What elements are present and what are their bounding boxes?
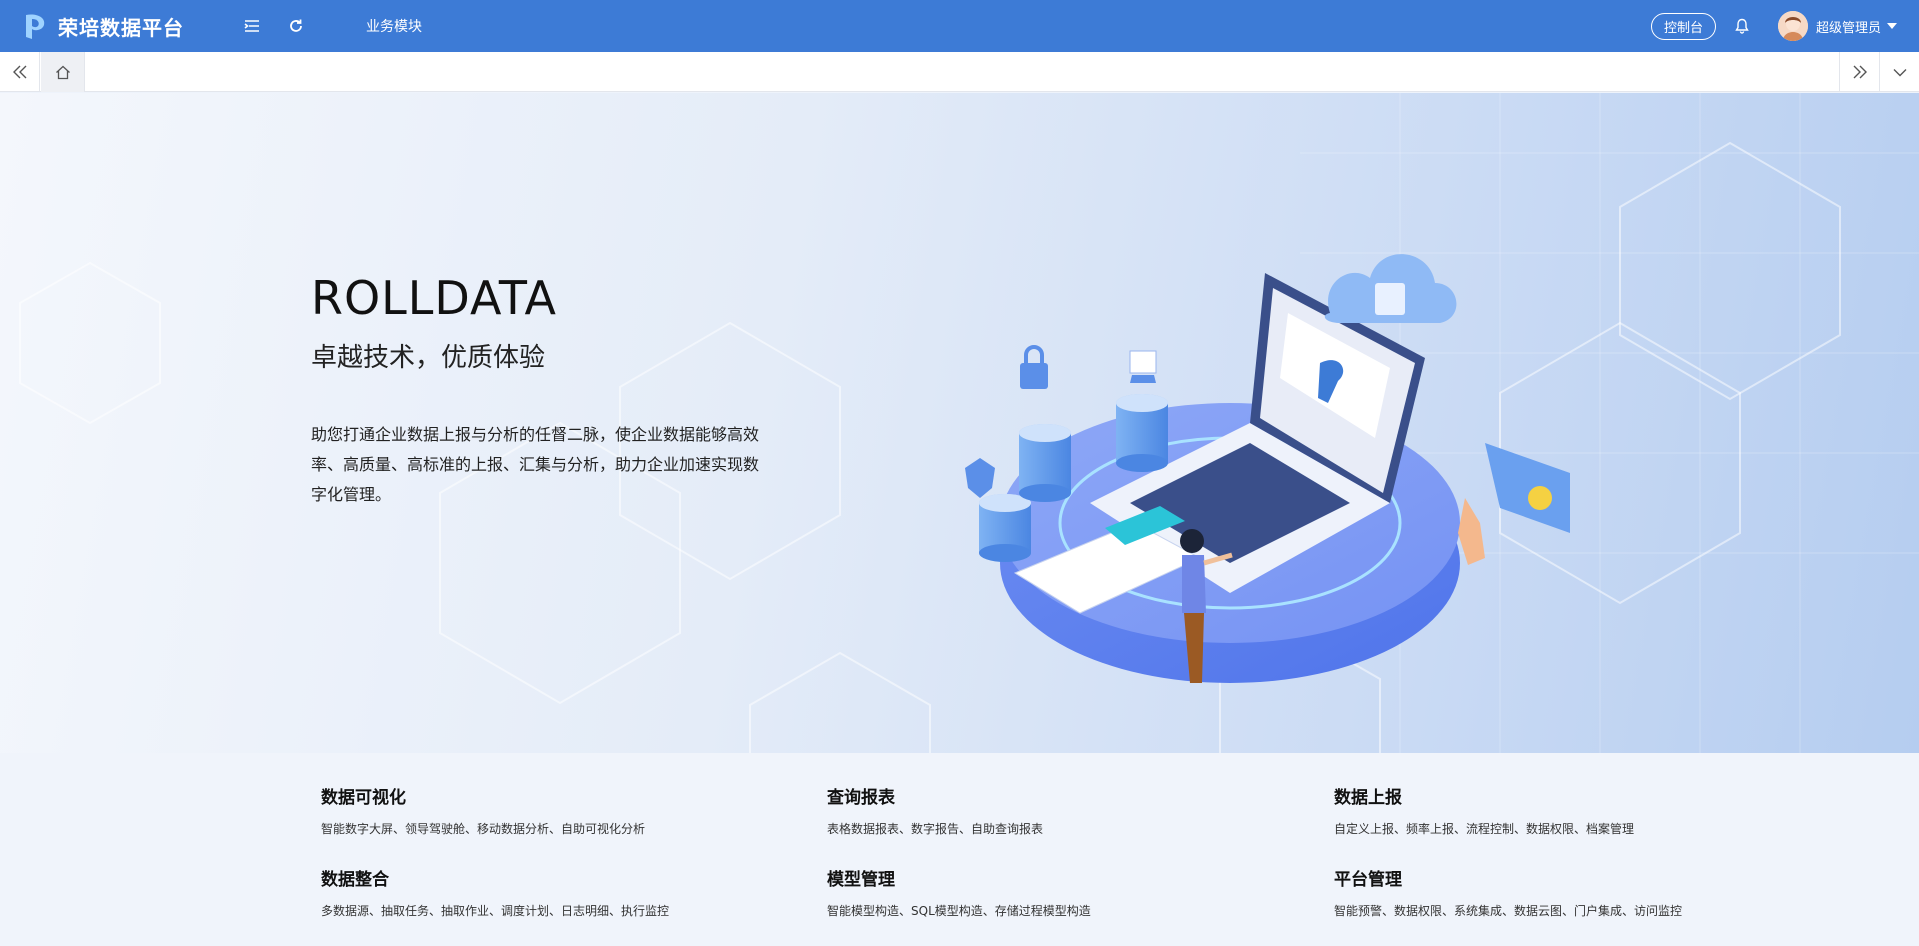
- feature-title: 数据整合: [321, 870, 389, 890]
- app-name: 荣培数据平台: [58, 15, 184, 40]
- feature-description: 智能模型构造、SQL模型构造、存储过程模型构造: [827, 904, 1091, 918]
- user-name: 超级管理员: [1815, 20, 1881, 36]
- feature-model-management[interactable]: 模型管理 智能模型构造、SQL模型构造、存储过程模型构造: [827, 865, 1091, 919]
- brand[interactable]: 荣培数据平台: [20, 11, 220, 41]
- top-header: 荣培数据平台 业务模块 控制台 超级管理员: [0, 0, 1919, 52]
- console-button[interactable]: 控制台: [1650, 12, 1716, 40]
- tabs-bar: [0, 52, 1919, 92]
- business-module-nav[interactable]: 业务模块: [366, 16, 422, 36]
- home-icon[interactable]: [41, 52, 85, 92]
- feature-title: 模型管理: [827, 870, 895, 890]
- feature-description: 智能预警、数据权限、系统集成、数据云图、门户集成、访问监控: [1334, 904, 1683, 918]
- feature-description: 自定义上报、频率上报、流程控制、数据权限、档案管理: [1334, 822, 1635, 836]
- features-panel: 数据可视化 智能数字大屏、领导驾驶舱、移动数据分析、自助可视化分析 查询报表 表…: [0, 753, 1919, 946]
- feature-title: 查询报表: [827, 788, 895, 808]
- feature-title: 数据可视化: [321, 788, 406, 808]
- chevron-down-icon: [1887, 23, 1897, 29]
- feature-title: 数据上报: [1334, 788, 1402, 808]
- feature-data-visualization[interactable]: 数据可视化 智能数字大屏、领导驾驶舱、移动数据分析、自助可视化分析: [321, 783, 645, 837]
- tabs-dropdown-icon[interactable]: [1879, 52, 1919, 92]
- hero-description: 助您打通企业数据上报与分析的任督二脉，使企业数据能够高效率、高质量、高标准的上报…: [311, 425, 760, 504]
- bell-icon[interactable]: [1732, 16, 1752, 36]
- scroll-right-icon[interactable]: [1839, 52, 1879, 92]
- feature-platform-management[interactable]: 平台管理 智能预警、数据权限、系统集成、数据云图、门户集成、访问监控: [1334, 865, 1682, 919]
- feature-description: 多数据源、抽取任务、抽取作业、调度计划、日志明细、执行监控: [321, 904, 670, 918]
- feature-query-reports[interactable]: 查询报表 表格数据报表、数字报告、自助查询报表: [827, 783, 1043, 837]
- hero-subtitle: 卓越技术，优质体验: [311, 343, 546, 373]
- laptop-illustration: [965, 254, 1570, 683]
- feature-data-integration[interactable]: 数据整合 多数据源、抽取任务、抽取作业、调度计划、日志明细、执行监控: [321, 865, 669, 919]
- avatar: [1777, 11, 1808, 41]
- feature-description: 智能数字大屏、领导驾驶舱、移动数据分析、自助可视化分析: [321, 822, 646, 836]
- menu-fold-icon[interactable]: [242, 16, 262, 36]
- scroll-left-icon[interactable]: [0, 52, 40, 92]
- rolldata-logo-icon: [26, 14, 45, 39]
- hero-banner: ROLLDATA 卓越技术，优质体验 助您打通企业数据上报与分析的任督二脉，使企…: [0, 93, 1919, 753]
- feature-data-reporting[interactable]: 数据上报 自定义上报、频率上报、流程控制、数据权限、档案管理: [1334, 783, 1634, 837]
- feature-title: 平台管理: [1334, 870, 1402, 890]
- refresh-icon[interactable]: [286, 16, 306, 36]
- feature-description: 表格数据报表、数字报告、自助查询报表: [827, 822, 1044, 836]
- user-menu[interactable]: 超级管理员: [1777, 11, 1897, 41]
- hero-title: ROLLDATA: [311, 271, 557, 325]
- hero-text: ROLLDATA 卓越技术，优质体验 助您打通企业数据上报与分析的任督二脉，使企…: [311, 271, 761, 510]
